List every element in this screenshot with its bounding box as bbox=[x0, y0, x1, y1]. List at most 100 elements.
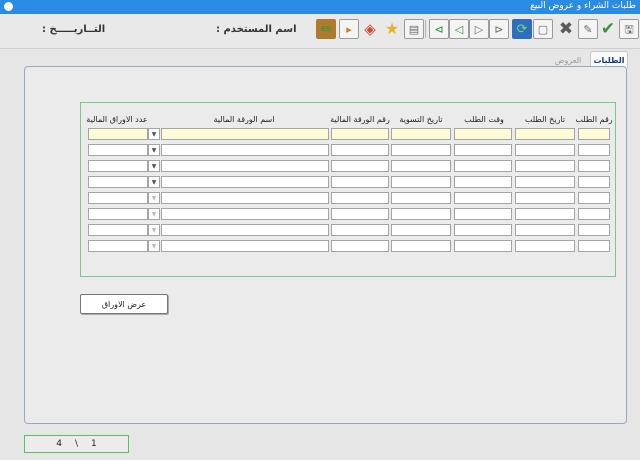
security-dropdown-button[interactable]: ▼ bbox=[148, 208, 160, 220]
new-document-button[interactable]: ▢ bbox=[533, 19, 553, 39]
order-time-cell[interactable] bbox=[454, 224, 512, 236]
quantity-cell[interactable] bbox=[88, 160, 148, 172]
quantity-cell[interactable] bbox=[88, 144, 148, 156]
exit-button[interactable]: ⇚ bbox=[316, 19, 336, 39]
order-number-cell[interactable] bbox=[578, 240, 610, 252]
security-name-cell[interactable] bbox=[161, 192, 329, 204]
chevron-down-icon: ▼ bbox=[151, 242, 157, 250]
record-pager: 4 \ 1 bbox=[24, 435, 129, 453]
pager-separator: \ bbox=[74, 439, 79, 449]
settlement-date-cell[interactable] bbox=[391, 128, 451, 140]
order-date-cell[interactable] bbox=[515, 176, 575, 188]
exit-icon: ⇚ bbox=[320, 21, 332, 37]
column-header-order-number: رقم الطلب bbox=[575, 115, 613, 124]
refresh-button[interactable]: ⟳ bbox=[512, 19, 532, 39]
tab-offers[interactable]: العروض bbox=[549, 54, 587, 66]
order-number-cell[interactable] bbox=[578, 192, 610, 204]
security-number-cell[interactable] bbox=[331, 128, 389, 140]
order-date-cell[interactable] bbox=[515, 144, 575, 156]
app-icon bbox=[4, 2, 13, 11]
chevron-down-icon: ▼ bbox=[151, 130, 157, 138]
order-date-cell[interactable] bbox=[515, 224, 575, 236]
pager-total: 4 bbox=[56, 439, 62, 449]
security-dropdown-button[interactable]: ▼ bbox=[148, 144, 160, 156]
edit-button[interactable]: ✎ bbox=[578, 19, 598, 39]
calculator-icon: ▤ bbox=[408, 22, 420, 36]
window-title-bar: طلبات الشراء و عروض البيع bbox=[0, 0, 640, 14]
quantity-cell[interactable] bbox=[88, 208, 148, 220]
chevron-down-icon: ▼ bbox=[151, 194, 157, 202]
window-title: طلبات الشراء و عروض البيع bbox=[530, 1, 636, 11]
settlement-date-cell[interactable] bbox=[391, 160, 451, 172]
delete-button[interactable]: ✖ bbox=[556, 19, 576, 39]
order-date-cell[interactable] bbox=[515, 128, 575, 140]
last-record-button[interactable]: ⊳ bbox=[489, 19, 509, 39]
order-time-cell[interactable] bbox=[454, 192, 512, 204]
print-button[interactable]: ▸ bbox=[339, 19, 359, 39]
security-number-cell[interactable] bbox=[331, 208, 389, 220]
order-time-cell[interactable] bbox=[454, 208, 512, 220]
column-header-security-name: اسم الورقة المالية bbox=[213, 115, 275, 124]
order-date-cell[interactable] bbox=[515, 160, 575, 172]
attachment-button[interactable]: ◈ bbox=[360, 19, 380, 39]
save-button[interactable]: 🖫 bbox=[619, 19, 639, 39]
security-name-cell[interactable] bbox=[161, 208, 329, 220]
order-time-cell[interactable] bbox=[454, 128, 512, 140]
security-name-cell[interactable] bbox=[161, 160, 329, 172]
order-number-cell[interactable] bbox=[578, 224, 610, 236]
order-time-cell[interactable] bbox=[454, 144, 512, 156]
quantity-cell[interactable] bbox=[88, 192, 148, 204]
print-icon: ▸ bbox=[346, 22, 352, 36]
date-label: التــاريـــــخ : bbox=[42, 24, 106, 35]
settlement-date-cell[interactable] bbox=[391, 176, 451, 188]
previous-record-icon: ◁ bbox=[454, 22, 464, 36]
security-dropdown-button[interactable]: ▼ bbox=[148, 160, 160, 172]
security-dropdown-button[interactable]: ▼ bbox=[148, 176, 160, 188]
security-number-cell[interactable] bbox=[331, 192, 389, 204]
quantity-cell[interactable] bbox=[88, 128, 148, 140]
settlement-date-cell[interactable] bbox=[391, 192, 451, 204]
security-name-cell[interactable] bbox=[161, 240, 329, 252]
previous-record-button[interactable]: ◁ bbox=[449, 19, 469, 39]
security-dropdown-button[interactable]: ▼ bbox=[148, 240, 160, 252]
settlement-date-cell[interactable] bbox=[391, 240, 451, 252]
order-number-cell[interactable] bbox=[578, 208, 610, 220]
order-time-cell[interactable] bbox=[454, 240, 512, 252]
settlement-date-cell[interactable] bbox=[391, 144, 451, 156]
security-number-cell[interactable] bbox=[331, 240, 389, 252]
security-name-cell[interactable] bbox=[161, 224, 329, 236]
quantity-cell[interactable] bbox=[88, 240, 148, 252]
security-number-cell[interactable] bbox=[331, 224, 389, 236]
order-number-cell[interactable] bbox=[578, 144, 610, 156]
order-date-cell[interactable] bbox=[515, 240, 575, 252]
order-date-cell[interactable] bbox=[515, 208, 575, 220]
quantity-cell[interactable] bbox=[88, 224, 148, 236]
first-record-icon: ⊲ bbox=[434, 22, 444, 36]
security-number-cell[interactable] bbox=[331, 144, 389, 156]
order-time-cell[interactable] bbox=[454, 176, 512, 188]
quantity-cell[interactable] bbox=[88, 176, 148, 188]
settlement-date-cell[interactable] bbox=[391, 224, 451, 236]
settlement-date-cell[interactable] bbox=[391, 208, 451, 220]
confirm-button[interactable]: ✔ bbox=[598, 19, 618, 39]
security-dropdown-button[interactable]: ▼ bbox=[148, 224, 160, 236]
security-name-cell[interactable] bbox=[161, 128, 329, 140]
security-number-cell[interactable] bbox=[331, 160, 389, 172]
order-time-cell[interactable] bbox=[454, 160, 512, 172]
security-dropdown-button[interactable]: ▼ bbox=[148, 192, 160, 204]
favorite-button[interactable]: ★ bbox=[382, 19, 402, 39]
order-number-cell[interactable] bbox=[578, 176, 610, 188]
pager-current: 1 bbox=[91, 439, 97, 449]
calculator-button[interactable]: ▤ bbox=[404, 19, 424, 39]
next-record-button[interactable]: ▷ bbox=[469, 19, 489, 39]
security-dropdown-button[interactable]: ▼ bbox=[148, 128, 160, 140]
show-securities-button[interactable]: عرض الاوراق bbox=[80, 294, 168, 314]
order-number-cell[interactable] bbox=[578, 160, 610, 172]
order-date-cell[interactable] bbox=[515, 192, 575, 204]
security-number-cell[interactable] bbox=[331, 176, 389, 188]
security-name-cell[interactable] bbox=[161, 176, 329, 188]
edit-icon: ✎ bbox=[583, 22, 593, 36]
first-record-button[interactable]: ⊲ bbox=[429, 19, 449, 39]
security-name-cell[interactable] bbox=[161, 144, 329, 156]
order-number-cell[interactable] bbox=[578, 128, 610, 140]
